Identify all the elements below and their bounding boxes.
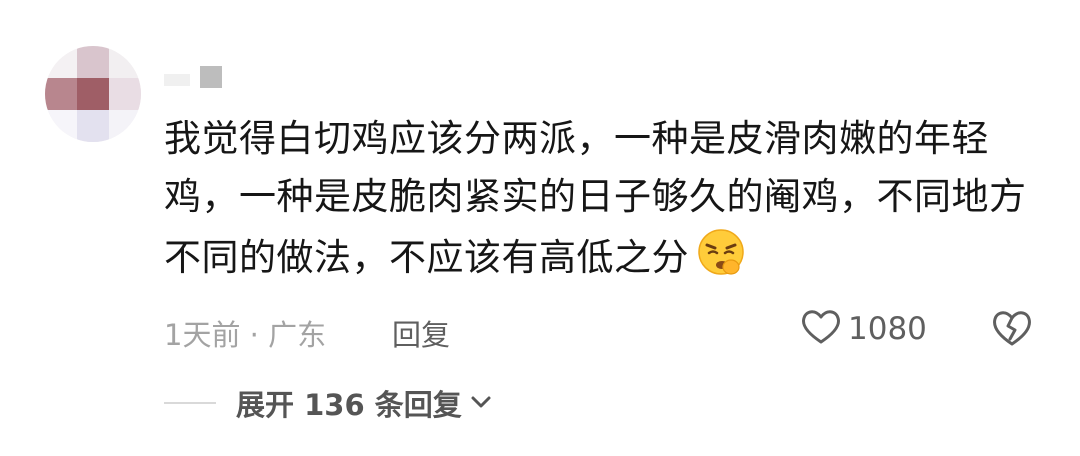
broken-heart-icon bbox=[990, 311, 1034, 352]
comment-body: 我觉得白切鸡应该分两派，一种是皮滑肉嫩的年轻鸡，一种是皮脆肉紧实的日子够久的阉鸡… bbox=[164, 110, 1044, 295]
like-count: 1080 bbox=[848, 311, 927, 347]
username-redacted-block bbox=[200, 66, 222, 88]
timestamp-location: 1天前 · 广东 bbox=[164, 318, 327, 352]
expand-replies: 展开 136 条回复 bbox=[164, 380, 492, 426]
reply-button[interactable]: 回复 bbox=[392, 312, 450, 354]
username-redacted-block bbox=[164, 74, 190, 86]
dislike-button[interactable] bbox=[990, 308, 1034, 352]
like-button[interactable]: 1080 bbox=[800, 306, 927, 352]
confounded-face-emoji bbox=[695, 226, 747, 295]
chevron-down-icon bbox=[470, 394, 492, 413]
avatar[interactable] bbox=[45, 46, 141, 142]
expand-replies-button[interactable]: 展开 136 条回复 bbox=[236, 382, 492, 424]
comment-meta: 1天前 · 广东 回复 1080 bbox=[164, 306, 1044, 356]
comment-text: 我觉得白切鸡应该分两派，一种是皮滑肉嫩的年轻鸡，一种是皮脆肉紧实的日子够久的阉鸡… bbox=[164, 117, 1027, 279]
expand-replies-label: 展开 136 条回复 bbox=[236, 388, 462, 422]
divider-line bbox=[164, 402, 216, 404]
heart-outline-icon bbox=[800, 308, 842, 350]
username[interactable] bbox=[164, 66, 222, 88]
